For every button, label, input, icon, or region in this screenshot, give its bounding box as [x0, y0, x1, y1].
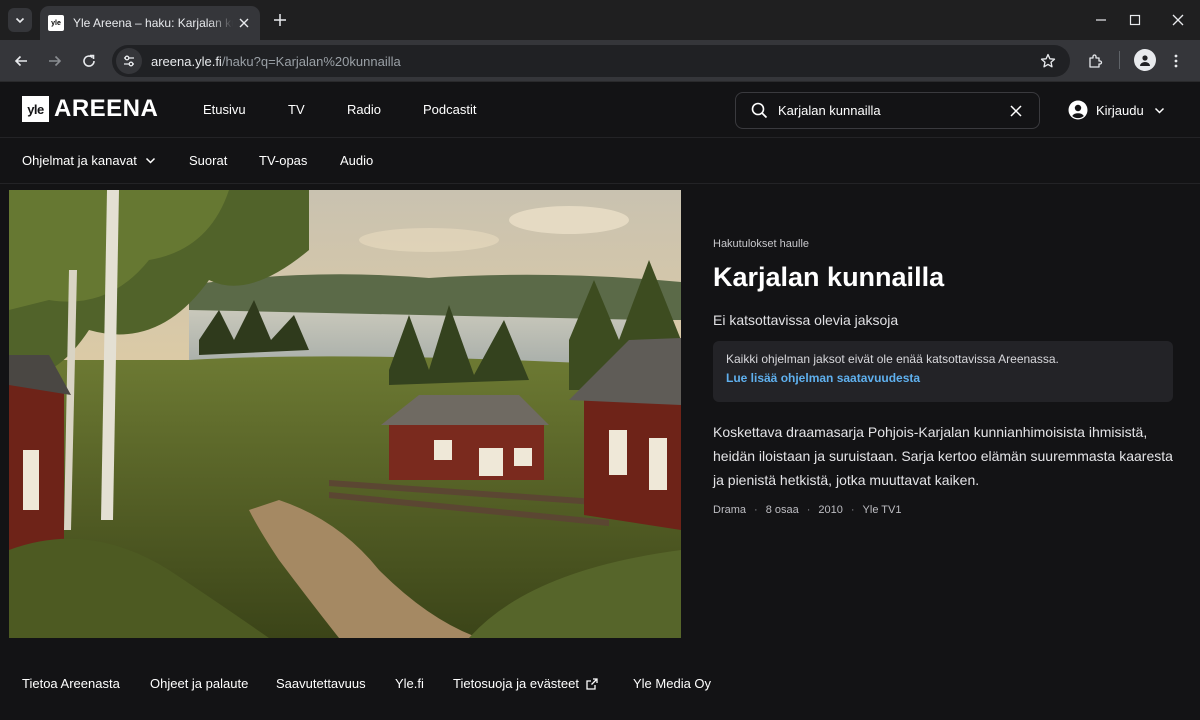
close-icon — [1010, 105, 1022, 117]
login-label: Kirjaudu — [1096, 102, 1144, 118]
yle-logo-mark: yle — [22, 96, 49, 122]
browser-tab-active[interactable]: yle Yle Areena – haku: Karjalan kunnaill… — [40, 6, 260, 40]
footer-link-help[interactable]: Ohjeet ja palaute — [150, 676, 248, 691]
subnav-item-tv-opas[interactable]: TV-opas — [259, 153, 307, 168]
chevron-down-icon — [1154, 105, 1165, 116]
subnav-item-audio[interactable]: Audio — [340, 153, 373, 168]
meta-separator: · — [754, 504, 758, 516]
more-vertical-icon — [1174, 54, 1178, 68]
subnav-programs-label: Ohjelmat ja kanavat — [22, 153, 137, 168]
close-icon — [1172, 14, 1184, 26]
bookmark-star-button[interactable] — [1038, 51, 1058, 71]
footer-link-yle-media[interactable]: Yle Media Oy — [633, 676, 711, 691]
privacy-label: Tietosuoja ja evästeet — [453, 676, 579, 691]
subnav-item-suorat[interactable]: Suorat — [189, 153, 227, 168]
reload-icon — [83, 54, 95, 67]
availability-info-link[interactable]: Lue lisää ohjelman saatavuudesta — [726, 371, 1160, 385]
areena-logo[interactable]: yle AREENA — [22, 95, 159, 122]
site-footer: Tietoa Areenasta Ohjeet ja palaute Saavu… — [0, 662, 1200, 704]
meta-separator: · — [850, 504, 855, 516]
extensions-button[interactable] — [1083, 49, 1107, 73]
footer-link-yle-fi[interactable]: Yle.fi — [395, 676, 424, 691]
results-kicker: Hakutulokset haulle — [713, 238, 810, 250]
search-input[interactable] — [778, 103, 998, 118]
browser-menu-button[interactable] — [1164, 49, 1188, 73]
subnav-programs-dropdown[interactable]: Ohjelmat ja kanavat — [22, 153, 156, 168]
chevron-down-icon — [15, 17, 25, 24]
star-icon — [1040, 53, 1056, 68]
reload-button[interactable] — [77, 49, 101, 73]
chevron-down-icon — [145, 157, 155, 164]
browser-toolbar: areena.yle.fi/haku?q=Karjalan%20kunnaill… — [0, 40, 1200, 82]
tab-close-button[interactable] — [236, 15, 252, 31]
nav-item-tv[interactable]: TV — [288, 102, 305, 117]
meta-separator: · — [806, 504, 811, 516]
program-hero-image[interactable] — [9, 190, 681, 638]
person-icon — [1140, 55, 1150, 66]
availability-notice: Kaikki ohjelman jaksot eivät ole enää ka… — [713, 341, 1173, 402]
meta-year: 2010 — [818, 504, 843, 516]
minimize-icon — [1096, 19, 1106, 21]
notice-text: Kaikki ohjelman jaksot eivät ole enää ka… — [726, 352, 1059, 366]
arrow-right-icon — [49, 55, 62, 67]
yle-favicon-icon: yle — [48, 15, 64, 31]
program-title[interactable]: Karjalan kunnailla — [713, 262, 944, 293]
login-button[interactable]: Kirjaudu — [1068, 99, 1165, 121]
plus-icon — [274, 14, 286, 26]
forward-button[interactable] — [43, 49, 67, 73]
close-window-button[interactable] — [1166, 8, 1190, 32]
tab-title: Yle Areena – haku: Karjalan kunnailla — [73, 16, 233, 30]
site-header: yle AREENA Etusivu TV Radio Podcastit Ki… — [0, 82, 1200, 138]
close-icon — [239, 18, 249, 28]
availability-status: Ei katsottavissa olevia jaksoja — [713, 312, 899, 328]
footer-link-accessibility[interactable]: Saavutettavuus — [276, 676, 366, 691]
site-info-button[interactable] — [116, 48, 142, 74]
maximize-icon — [1129, 14, 1141, 26]
tab-search-button[interactable] — [8, 8, 32, 32]
toolbar-divider — [1119, 51, 1120, 69]
program-meta: Drama · 8 osaa · 2010 · Yle TV1 — [713, 504, 901, 516]
external-link-icon — [586, 677, 598, 690]
secondary-nav: Ohjelmat ja kanavat Suorat TV-opas Audio — [0, 138, 1200, 184]
browser-tab-strip: yle Yle Areena – haku: Karjalan kunnaill… — [0, 0, 1200, 40]
url-text: areena.yle.fi/haku?q=Karjalan%20kunnaill… — [151, 54, 401, 69]
search-field[interactable] — [735, 92, 1040, 129]
nav-item-podcastit[interactable]: Podcastit — [423, 102, 476, 117]
url-path: /haku?q=Karjalan%20kunnailla — [221, 53, 401, 69]
profile-button[interactable] — [1134, 49, 1156, 71]
meta-channel: Yle TV1 — [862, 504, 902, 516]
nav-item-etusivu[interactable]: Etusivu — [203, 102, 246, 117]
back-button[interactable] — [9, 49, 33, 73]
areena-wordmark: AREENA — [54, 95, 159, 122]
account-circle-icon — [1068, 100, 1088, 120]
footer-link-about[interactable]: Tietoa Areenasta — [22, 676, 120, 691]
footer-link-privacy[interactable]: Tietosuoja ja evästeet — [453, 676, 598, 691]
url-host: areena.yle.fi — [151, 53, 222, 69]
tune-icon — [124, 55, 134, 67]
meta-episodes: 8 osaa — [765, 504, 799, 516]
clear-search-button[interactable] — [1007, 102, 1025, 120]
address-bar[interactable]: areena.yle.fi/haku?q=Karjalan%20kunnaill… — [112, 45, 1070, 77]
arrow-left-icon — [14, 55, 27, 67]
maximize-button[interactable] — [1123, 8, 1147, 32]
new-tab-button[interactable] — [270, 10, 290, 30]
meta-genre: Drama — [713, 504, 747, 516]
puzzle-icon — [1089, 54, 1103, 68]
program-description: Koskettava draamasarja Pohjois-Karjalan … — [713, 424, 1173, 488]
search-icon — [750, 102, 768, 120]
nav-item-radio[interactable]: Radio — [347, 102, 381, 117]
minimize-button[interactable] — [1089, 8, 1113, 32]
